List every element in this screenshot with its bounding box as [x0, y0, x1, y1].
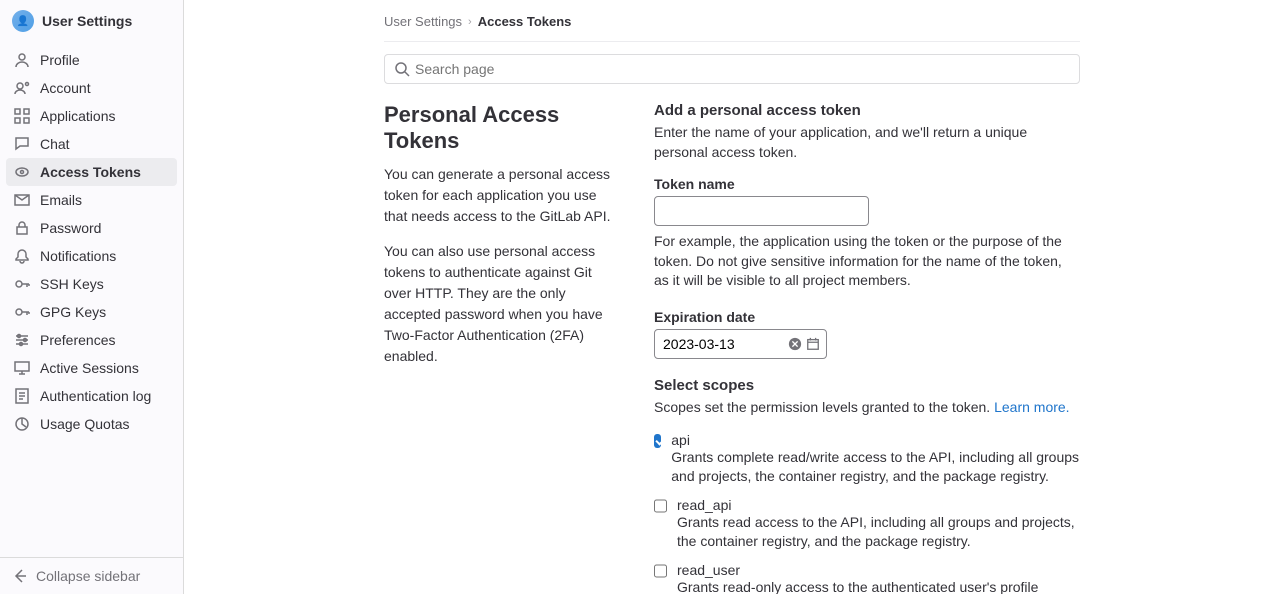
sidebar-item-active-sessions[interactable]: Active Sessions — [6, 354, 177, 382]
scope-label: api — [671, 432, 1080, 448]
calendar-icon[interactable] — [806, 337, 820, 351]
account-icon — [14, 80, 30, 96]
user-icon — [14, 52, 30, 68]
sidebar-item-chat[interactable]: Chat — [6, 130, 177, 158]
sidebar-item-preferences[interactable]: Preferences — [6, 326, 177, 354]
search-wrap — [384, 54, 1080, 84]
sidebar-item-label: Applications — [40, 108, 116, 124]
clear-icon[interactable] — [788, 337, 802, 351]
sidebar-item-password[interactable]: Password — [6, 214, 177, 242]
scope-label: read_user — [677, 562, 1080, 578]
learn-more-link[interactable]: Learn more. — [994, 399, 1069, 415]
sidebar-item-profile[interactable]: Profile — [6, 46, 177, 74]
token-name-help: For example, the application using the t… — [654, 232, 1080, 291]
sidebar-title: User Settings — [42, 13, 132, 29]
scope-row-api: apiGrants complete read/write access to … — [654, 432, 1080, 487]
scope-checkbox-api[interactable] — [654, 434, 661, 448]
monitor-icon — [14, 360, 30, 376]
scope-row-read_api: read_apiGrants read access to the API, i… — [654, 497, 1080, 552]
sidebar-item-emails[interactable]: Emails — [6, 186, 177, 214]
token-icon — [14, 164, 30, 180]
sidebar-header: 👤 User Settings — [0, 0, 183, 42]
scope-checkbox-read_user[interactable] — [654, 564, 667, 578]
sidebar-nav: Profile Account Applications Chat Access… — [0, 42, 183, 557]
intro-paragraph-2: You can also use personal access tokens … — [384, 241, 614, 367]
log-icon — [14, 388, 30, 404]
preferences-icon — [14, 332, 30, 348]
sidebar-item-label: SSH Keys — [40, 276, 104, 292]
sidebar-item-notifications[interactable]: Notifications — [6, 242, 177, 270]
token-name-label: Token name — [654, 176, 1080, 192]
sidebar-item-gpg-keys[interactable]: GPG Keys — [6, 298, 177, 326]
sidebar-item-label: Access Tokens — [40, 164, 141, 180]
sidebar-item-label: Preferences — [40, 332, 115, 348]
main-content: User Settings › Access Tokens Personal A… — [184, 0, 1280, 594]
breadcrumb: User Settings › Access Tokens — [384, 0, 1080, 42]
scopes-help: Scopes set the permission levels granted… — [654, 398, 1080, 418]
scope-label: read_api — [677, 497, 1080, 513]
sidebar: 👤 User Settings Profile Account Applicat… — [0, 0, 184, 594]
key-icon — [14, 304, 30, 320]
collapse-label: Collapse sidebar — [36, 568, 140, 584]
sidebar-item-account[interactable]: Account — [6, 74, 177, 102]
expiration-date-label: Expiration date — [654, 309, 1080, 325]
sidebar-item-label: Account — [40, 80, 91, 96]
sidebar-item-label: Active Sessions — [40, 360, 139, 376]
scopes-list: apiGrants complete read/write access to … — [654, 432, 1080, 594]
chevron-left-icon — [12, 568, 28, 584]
chat-icon — [14, 136, 30, 152]
key-icon — [14, 276, 30, 292]
chevron-right-icon: › — [468, 16, 472, 28]
sidebar-item-label: Usage Quotas — [40, 416, 130, 432]
token-name-input[interactable] — [654, 196, 869, 226]
sidebar-item-label: Notifications — [40, 248, 116, 264]
page-title: Personal Access Tokens — [384, 102, 614, 154]
expiration-date-input[interactable] — [663, 336, 788, 352]
breadcrumb-root[interactable]: User Settings — [384, 14, 462, 29]
sidebar-item-ssh-keys[interactable]: SSH Keys — [6, 270, 177, 298]
expiration-date-field[interactable] — [654, 329, 827, 359]
form-column: Add a personal access token Enter the na… — [654, 102, 1080, 594]
collapse-sidebar[interactable]: Collapse sidebar — [0, 557, 183, 594]
sidebar-item-label: Authentication log — [40, 388, 151, 404]
lock-icon — [14, 220, 30, 236]
intro-column: Personal Access Tokens You can generate … — [384, 102, 614, 381]
sidebar-item-access-tokens[interactable]: Access Tokens — [6, 158, 177, 186]
search-icon — [394, 61, 410, 77]
search-input[interactable] — [384, 54, 1080, 84]
sidebar-item-usage-quotas[interactable]: Usage Quotas — [6, 410, 177, 438]
sidebar-item-label: Password — [40, 220, 101, 236]
breadcrumb-current: Access Tokens — [478, 14, 572, 29]
sidebar-item-label: Chat — [40, 136, 70, 152]
form-section-title: Add a personal access token — [654, 102, 1080, 119]
quota-icon — [14, 416, 30, 432]
sidebar-item-label: Emails — [40, 192, 82, 208]
avatar: 👤 — [12, 10, 34, 32]
sidebar-item-label: GPG Keys — [40, 304, 106, 320]
intro-paragraph-1: You can generate a personal access token… — [384, 164, 614, 227]
apps-icon — [14, 108, 30, 124]
form-section-help: Enter the name of your application, and … — [654, 123, 1080, 162]
sidebar-item-applications[interactable]: Applications — [6, 102, 177, 130]
scope-row-read_user: read_userGrants read-only access to the … — [654, 562, 1080, 594]
scope-description: Grants complete read/write access to the… — [671, 448, 1080, 487]
scope-description: Grants read-only access to the authentic… — [677, 578, 1080, 594]
scope-checkbox-read_api[interactable] — [654, 499, 667, 513]
sidebar-item-auth-log[interactable]: Authentication log — [6, 382, 177, 410]
mail-icon — [14, 192, 30, 208]
sidebar-item-label: Profile — [40, 52, 80, 68]
scope-description: Grants read access to the API, including… — [677, 513, 1080, 552]
scopes-title: Select scopes — [654, 377, 1080, 394]
bell-icon — [14, 248, 30, 264]
